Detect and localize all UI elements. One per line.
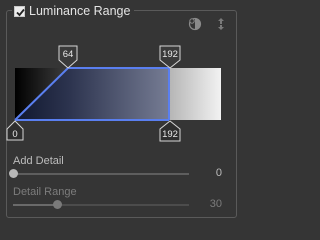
add-detail-track[interactable]: [13, 173, 189, 175]
marker-top-left-label: 64: [63, 49, 74, 60]
add-detail-thumb[interactable]: [9, 169, 18, 178]
add-detail-value[interactable]: 0: [198, 167, 222, 179]
marker-top-right-label: 192: [162, 49, 178, 60]
luminance-curve-graph[interactable]: 64 192 0 192: [0, 0, 243, 150]
marker-bottom-right-label: 192: [162, 129, 178, 140]
marker-bottom-left-label: 0: [12, 129, 17, 140]
detail-range-fill: [13, 204, 57, 206]
add-detail-label: Add Detail: [13, 155, 64, 167]
detail-range-label: Detail Range: [13, 186, 77, 198]
detail-range-value[interactable]: 30: [198, 198, 222, 210]
detail-range-thumb[interactable]: [53, 200, 62, 209]
